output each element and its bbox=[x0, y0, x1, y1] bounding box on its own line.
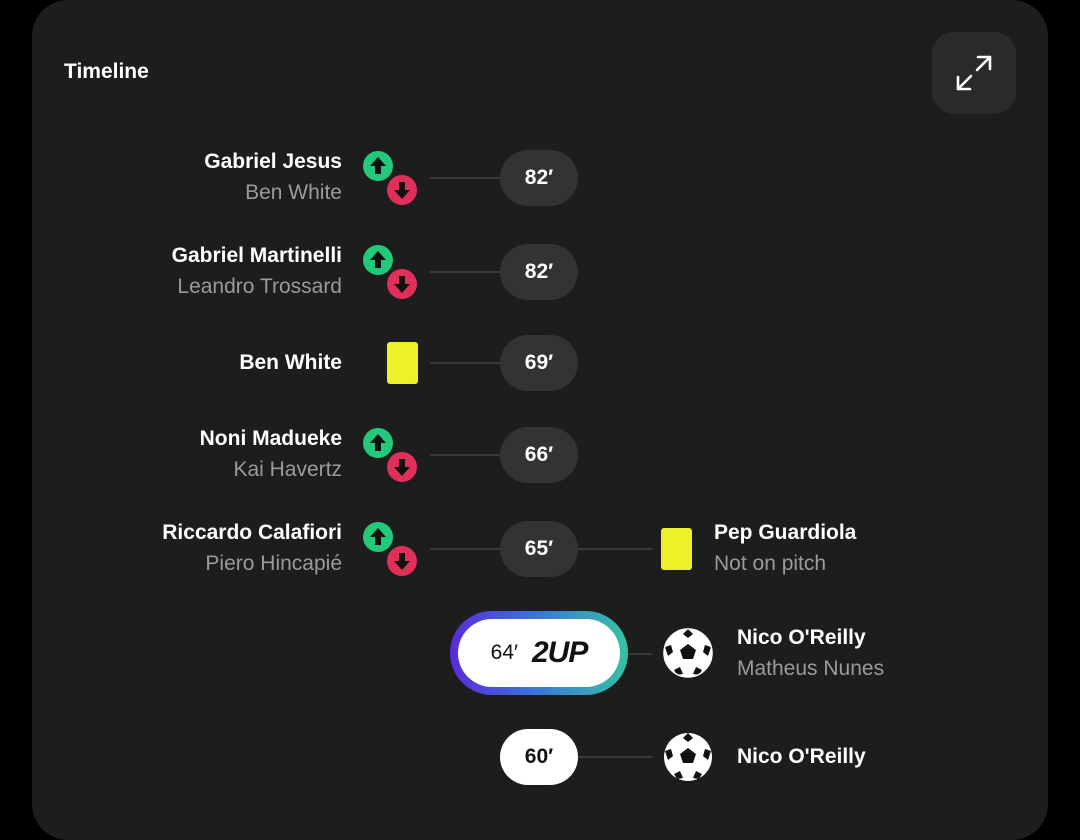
minute-badge: 82′ bbox=[500, 150, 578, 206]
player-in-name: Gabriel Martinelli bbox=[171, 244, 342, 267]
timeline-event-row[interactable]: 60′ Nico O'Reilly bbox=[0, 729, 1080, 785]
minute-badge: 65′ bbox=[500, 521, 578, 577]
connector-line bbox=[430, 362, 500, 364]
timeline-title: Timeline bbox=[64, 60, 149, 83]
timeline-event-row[interactable]: Noni Madueke Kai Havertz 66′ bbox=[0, 423, 1080, 487]
twoup-logo: 2UP bbox=[531, 636, 588, 669]
expand-button[interactable] bbox=[932, 32, 1016, 114]
player-in-name: Gabriel Jesus bbox=[204, 150, 342, 173]
player-out-name: Ben White bbox=[245, 181, 342, 204]
player-out-name: Leandro Trossard bbox=[177, 275, 342, 298]
connector-line bbox=[578, 756, 652, 758]
timeline-event-row[interactable]: Gabriel Jesus Ben White 82′ bbox=[0, 146, 1080, 210]
goal-scorer-name: Nico O'Reilly bbox=[737, 626, 866, 649]
minute-badge: 82′ bbox=[500, 244, 578, 300]
timeline-event-row[interactable]: Ben White 69′ bbox=[0, 335, 1080, 391]
football-icon bbox=[664, 733, 712, 781]
substitution-icon bbox=[363, 522, 417, 576]
connector-line bbox=[578, 548, 652, 550]
assist-name: Matheus Nunes bbox=[737, 657, 885, 680]
minute-badge: 60′ bbox=[500, 729, 578, 785]
yellow-card-icon bbox=[387, 342, 418, 384]
connector-line bbox=[628, 653, 652, 655]
minute-badge: 66′ bbox=[500, 427, 578, 483]
timeline-event-row[interactable]: Gabriel Martinelli Leandro Trossard 82′ bbox=[0, 240, 1080, 304]
connector-line bbox=[430, 271, 500, 273]
player-in-name: Noni Madueke bbox=[199, 427, 342, 450]
expand-arrows-icon bbox=[956, 55, 992, 91]
substitution-icon bbox=[363, 151, 417, 205]
minute-label: 64′ bbox=[490, 641, 518, 664]
booked-player-name: Ben White bbox=[239, 351, 342, 374]
twoup-minute-badge[interactable]: 64′ 2UP bbox=[450, 611, 628, 695]
connector-line bbox=[430, 548, 500, 550]
substitution-icon bbox=[363, 428, 417, 482]
yellow-card-icon bbox=[661, 528, 692, 570]
football-icon bbox=[663, 628, 713, 678]
player-out-name: Piero Hincapié bbox=[205, 552, 342, 575]
timeline-event-row[interactable]: Riccardo Calafiori Piero Hincapié 65′ Pe… bbox=[0, 517, 1080, 581]
substitution-icon bbox=[363, 245, 417, 299]
minute-badge: 69′ bbox=[500, 335, 578, 391]
goal-scorer-name: Nico O'Reilly bbox=[737, 745, 866, 768]
booked-person-name: Pep Guardiola bbox=[714, 521, 857, 544]
player-in-name: Riccardo Calafiori bbox=[162, 521, 342, 544]
timeline-card bbox=[32, 0, 1048, 840]
booking-note: Not on pitch bbox=[714, 552, 827, 575]
player-out-name: Kai Havertz bbox=[233, 458, 342, 481]
connector-line bbox=[430, 454, 500, 456]
connector-line bbox=[430, 177, 500, 179]
